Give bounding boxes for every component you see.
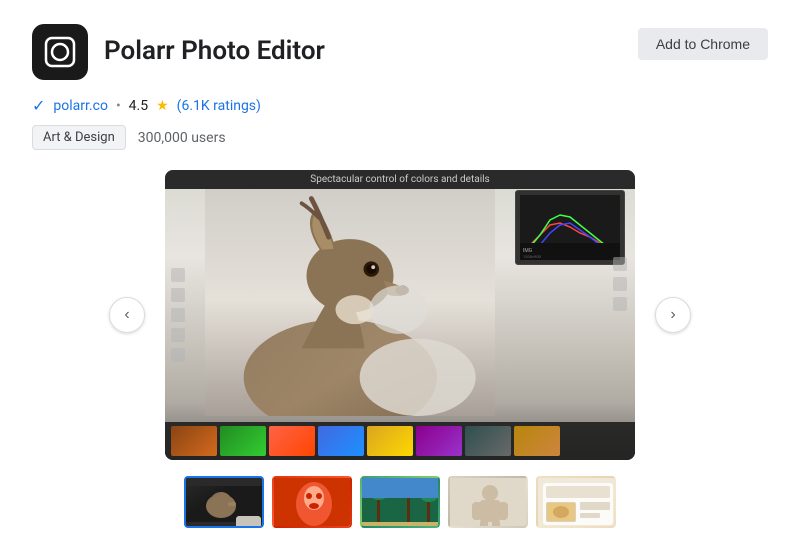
toolbar-icon-4	[171, 328, 185, 342]
histogram-svg: IMG 1200×900	[520, 195, 620, 260]
app-icon-svg	[42, 34, 78, 70]
screenshot-carousel: ‹ Spectacular control of colors and deta…	[32, 170, 768, 460]
app-title: Polarr Photo Editor	[104, 36, 325, 67]
toolbar-icon-5	[171, 348, 185, 362]
ratings-link[interactable]: (6.1K ratings)	[177, 98, 261, 114]
filmstrip-thumb-1	[171, 426, 217, 456]
toolbar-icon-3	[171, 308, 185, 322]
histogram-overlay: IMG 1200×900	[515, 190, 625, 265]
users-count: 300,000 users	[138, 130, 226, 146]
carousel-next-button[interactable]: ›	[655, 297, 691, 333]
toolbar-icon-1	[171, 268, 185, 282]
star-icon: ★	[156, 98, 169, 114]
screenshot-title-bar: Spectacular control of colors and detail…	[165, 170, 635, 189]
filmstrip-thumb-2	[220, 426, 266, 456]
filmstrip-thumb-7	[465, 426, 511, 456]
header-left: Polarr Photo Editor	[32, 24, 325, 80]
thumbnail-2[interactable]	[272, 476, 352, 528]
thumbnail-strip	[32, 476, 768, 528]
toolbar-icon-2	[171, 288, 185, 302]
thumbnail-3[interactable]	[360, 476, 440, 528]
tag-row: Art & Design 300,000 users	[32, 125, 768, 150]
app-header: Polarr Photo Editor Add to Chrome	[32, 24, 768, 80]
filmstrip-thumb-5	[367, 426, 413, 456]
main-screenshot: Spectacular control of colors and detail…	[165, 170, 635, 460]
app-icon	[32, 24, 88, 80]
thumbnail-1[interactable]	[184, 476, 264, 528]
deer-image	[195, 184, 505, 416]
filmstrip	[165, 422, 635, 460]
svg-text:1200×900: 1200×900	[523, 254, 542, 259]
thumbnail-4[interactable]	[448, 476, 528, 528]
filmstrip-thumb-6	[416, 426, 462, 456]
deer-svg	[195, 184, 505, 416]
carousel-prev-button[interactable]: ‹	[109, 297, 145, 333]
category-badge: Art & Design	[32, 125, 126, 150]
verified-icon: ✓	[32, 96, 45, 115]
website-link[interactable]: polarr.co	[53, 98, 108, 114]
right-toolbar	[613, 257, 627, 311]
right-toolbar-icon-1	[613, 257, 627, 271]
right-toolbar-icon-3	[613, 297, 627, 311]
filmstrip-thumb-3	[269, 426, 315, 456]
filmstrip-thumb-8	[514, 426, 560, 456]
rating-value: 4.5	[129, 98, 148, 114]
right-toolbar-icon-2	[613, 277, 627, 291]
thumbnail-5[interactable]	[536, 476, 616, 528]
add-to-chrome-button[interactable]: Add to Chrome	[638, 28, 768, 60]
meta-row: ✓ polarr.co • 4.5 ★ (6.1K ratings)	[32, 96, 768, 115]
left-toolbar	[171, 268, 185, 362]
filmstrip-thumb-4	[318, 426, 364, 456]
page-container: Polarr Photo Editor Add to Chrome ✓ pola…	[0, 0, 800, 552]
rating-separator: •	[116, 98, 121, 114]
